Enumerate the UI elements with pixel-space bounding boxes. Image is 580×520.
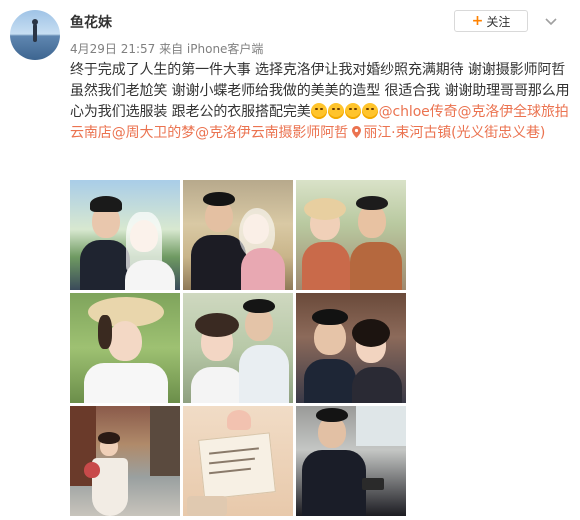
weibo-post-card: 鱼花妹 4月29日 21:57 来自 iPhone客户端 + 关注 终于完成了人… — [0, 0, 580, 520]
mention-link[interactable]: @克洛伊云南摄影师阿哲 — [195, 125, 348, 141]
chevron-down-icon[interactable] — [543, 14, 559, 30]
street-photo-7[interactable] — [70, 406, 180, 516]
username[interactable]: 鱼花妹 — [70, 12, 112, 32]
avatar[interactable] — [10, 10, 60, 60]
card-photo-8[interactable] — [183, 406, 293, 516]
photo-grid — [70, 180, 406, 516]
couple-photo-1[interactable] — [70, 180, 180, 290]
emoji-icon — [361, 103, 378, 119]
follow-label: 关注 — [486, 14, 511, 29]
location-label: 丽江·束河古镇(光义街忠义巷) — [363, 125, 546, 141]
couple-photo-5[interactable] — [183, 293, 293, 403]
emoji-icon — [327, 103, 344, 119]
mention-link[interactable]: @chloe传奇 — [379, 104, 458, 120]
couple-photo-3[interactable] — [296, 180, 406, 290]
bride-photo-4[interactable] — [70, 293, 180, 403]
plus-icon: + — [471, 13, 484, 29]
couple-photo-6[interactable] — [296, 293, 406, 403]
couple-photo-2[interactable] — [183, 180, 293, 290]
emoji-icon — [310, 103, 327, 119]
emoji-icon — [344, 103, 361, 119]
location-link[interactable]: 丽江·束河古镇(光义街忠义巷) — [352, 125, 545, 141]
post-meta[interactable]: 4月29日 21:57 来自 iPhone客户端 — [70, 40, 263, 57]
location-pin-icon — [352, 126, 362, 138]
follow-button[interactable]: + 关注 — [454, 10, 528, 32]
mention-link[interactable]: @周大卫的梦 — [112, 125, 196, 141]
post-text: 终于完成了人生的第一件大事 选择克洛伊让我对婚纱照充满期待 谢谢摄影师阿哲 虽然… — [70, 60, 570, 144]
car-photo-9[interactable] — [296, 406, 406, 516]
